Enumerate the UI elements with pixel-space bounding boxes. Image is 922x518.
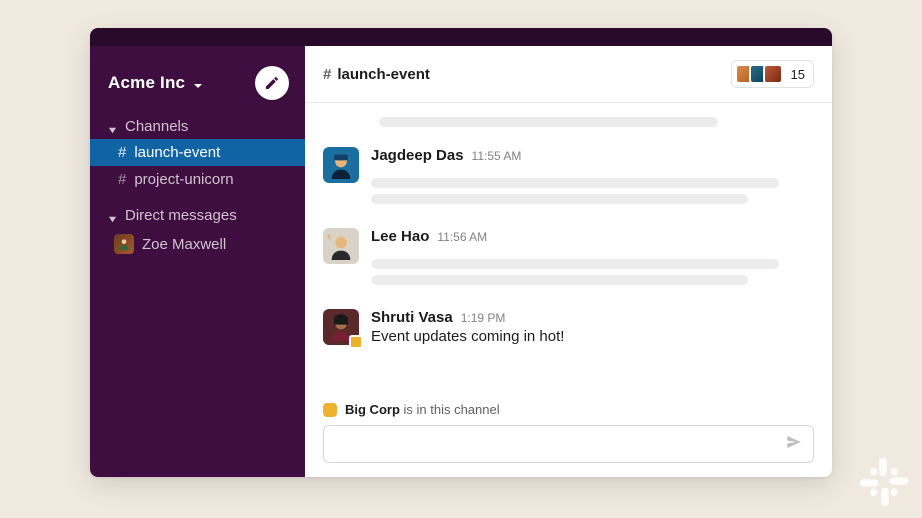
compose-button[interactable] (255, 66, 289, 100)
app-badge-icon (323, 403, 337, 417)
hash-icon: # (323, 66, 331, 83)
message-time: 11:56 AM (437, 230, 487, 244)
member-avatars (735, 64, 783, 84)
workspace-name: Acme Inc (108, 73, 185, 93)
avatar[interactable] (323, 147, 359, 183)
slack-logo-icon (856, 454, 912, 510)
member-count: 15 (791, 67, 805, 82)
message-author[interactable]: Lee Hao (371, 228, 429, 245)
hash-icon: # (118, 144, 126, 161)
channel-header: # launch-event 15 (305, 46, 832, 103)
message-time: 1:19 PM (461, 311, 506, 325)
message-text: Event updates coming in hot! (371, 328, 814, 345)
avatar[interactable] (323, 309, 359, 345)
workspace-switcher[interactable]: Acme Inc (108, 73, 203, 93)
message: Lee Hao 11:56 AM (323, 220, 814, 301)
sidebar-channel-launch-event[interactable]: # launch-event (90, 139, 305, 166)
message-placeholder (323, 103, 814, 139)
sidebar-dm-zoe-maxwell[interactable]: Zoe Maxwell (90, 228, 305, 260)
message-list[interactable]: Jagdeep Das 11:55 AM (305, 103, 832, 394)
avatar (114, 234, 134, 254)
channel-name: launch-event (337, 66, 430, 83)
triangle-down-icon (108, 211, 117, 220)
main-panel: # launch-event 15 (305, 46, 832, 477)
avatar (763, 64, 783, 84)
channel-title[interactable]: # launch-event (323, 66, 430, 83)
compose-icon (264, 75, 280, 91)
dms-section-header[interactable]: Direct messages (90, 203, 305, 228)
workspace-header: Acme Inc (90, 60, 305, 114)
message-author[interactable]: Shruti Vasa (371, 309, 453, 326)
avatar[interactable] (323, 228, 359, 264)
chevron-down-icon (193, 78, 203, 88)
dms-label: Direct messages (125, 207, 237, 224)
channels-label: Channels (125, 118, 188, 135)
message-input[interactable] (323, 425, 814, 463)
triangle-down-icon (108, 122, 117, 131)
message-author[interactable]: Jagdeep Das (371, 147, 464, 164)
sidebar: Acme Inc Channels # launch-event # (90, 46, 305, 477)
window-titlebar (90, 28, 832, 46)
composer-area (305, 421, 832, 477)
context-note-text: Big Corp is in this channel (345, 402, 500, 417)
channel-name: project-unicorn (134, 171, 233, 188)
app-badge-icon (349, 335, 363, 349)
message: Shruti Vasa 1:19 PM Event updates coming… (323, 301, 814, 349)
channel-name: launch-event (134, 144, 220, 161)
message-time: 11:55 AM (472, 149, 522, 163)
sidebar-channel-project-unicorn[interactable]: # project-unicorn (90, 166, 305, 193)
members-button[interactable]: 15 (731, 60, 814, 88)
context-note: Big Corp is in this channel (305, 394, 832, 421)
dm-name: Zoe Maxwell (142, 236, 226, 253)
app-body: Acme Inc Channels # launch-event # (90, 46, 832, 477)
channels-section-header[interactable]: Channels (90, 114, 305, 139)
send-icon[interactable] (785, 433, 803, 456)
app-window: Acme Inc Channels # launch-event # (90, 28, 832, 477)
hash-icon: # (118, 171, 126, 188)
message: Jagdeep Das 11:55 AM (323, 139, 814, 220)
